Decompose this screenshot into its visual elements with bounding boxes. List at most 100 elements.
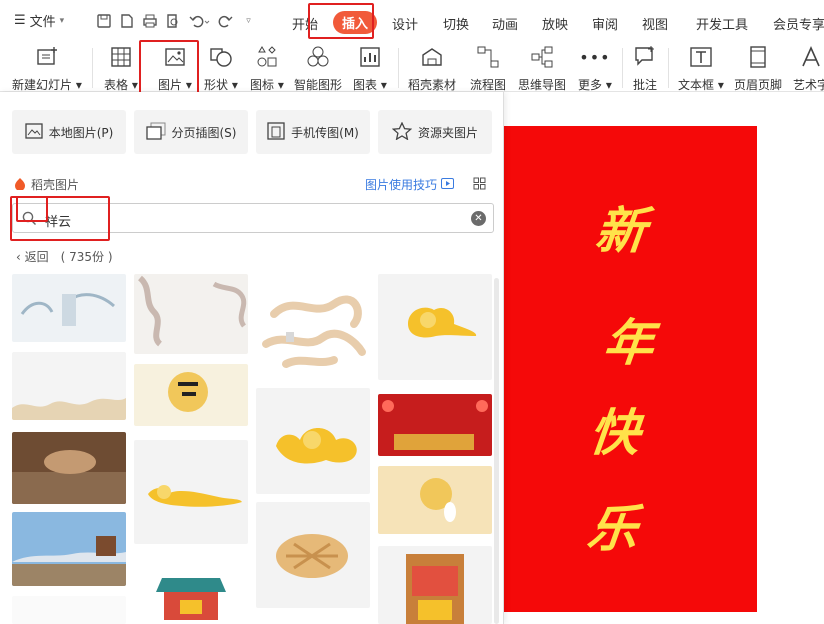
slide-char-3[interactable]: 快: [586, 393, 644, 465]
grid-view-icon[interactable]: [473, 177, 486, 193]
table-label: 表格: [104, 78, 129, 92]
image-icon: [25, 122, 43, 142]
tab-insert[interactable]: 插入: [333, 11, 378, 34]
redo-icon[interactable]: [217, 12, 234, 29]
result-thumbnail[interactable]: [256, 274, 370, 380]
shape-button[interactable]: 形状 ▾: [204, 44, 238, 93]
picture-panel: 本地图片(P) 分页插图(S) 手机传图(M) 资源夹图片 稻壳图片 图片使用技…: [0, 92, 504, 624]
new-slide-icon: [34, 44, 60, 70]
tab-animation[interactable]: 动画: [492, 14, 518, 33]
phone-picture-button[interactable]: 手机传图(M): [256, 110, 370, 154]
comment-button[interactable]: 批注: [632, 44, 658, 93]
slide-char-4[interactable]: 乐: [584, 489, 642, 561]
smart-graphic-button[interactable]: 智能图形: [294, 44, 342, 93]
file-menu-label: 文件: [29, 15, 56, 30]
tab-design[interactable]: 设计: [392, 14, 418, 33]
result-thumbnail[interactable]: [12, 352, 126, 420]
daoke-material-button[interactable]: 稻壳素材: [408, 44, 456, 93]
mindmap-button[interactable]: 思维导图: [518, 44, 566, 93]
result-thumbnail[interactable]: [12, 596, 126, 624]
print-preview-icon[interactable]: [164, 12, 181, 29]
play-icon: [441, 177, 455, 192]
result-thumbnail[interactable]: [12, 432, 126, 504]
tab-transitions[interactable]: 切换: [443, 14, 469, 33]
hamburger-icon: ☰: [14, 13, 26, 28]
new-slide-button[interactable]: 新建幻灯片 ▾: [12, 44, 82, 93]
back-row: ‹ 返回 ( 735份 ): [16, 248, 113, 265]
result-thumbnail[interactable]: [256, 388, 370, 494]
picture-button[interactable]: 图片 ▾: [158, 44, 192, 93]
smart-graphic-icon: [305, 44, 331, 70]
smart-graphic-label: 智能图形: [294, 78, 343, 92]
tab-review[interactable]: 审阅: [592, 14, 618, 33]
textbox-label: 文本框: [678, 78, 715, 92]
header-footer-label: 页眉页脚: [734, 78, 783, 92]
result-thumbnail[interactable]: [134, 558, 248, 624]
slide-text: 新 年 快 乐: [504, 126, 757, 612]
result-thumbnail[interactable]: [256, 502, 370, 608]
chart-label: 图表: [353, 78, 378, 92]
folder-picture-button[interactable]: 资源夹图片: [378, 110, 492, 154]
result-thumbnail[interactable]: [12, 512, 126, 586]
paged-image-icon: [145, 122, 166, 143]
print-icon[interactable]: [141, 12, 158, 29]
clear-search-icon[interactable]: ✕: [471, 211, 486, 226]
panel-scrollbar[interactable]: [494, 278, 499, 624]
paged-picture-label: 分页插图(S): [171, 125, 237, 140]
slide-char-1[interactable]: 新: [592, 191, 650, 263]
result-thumbnail[interactable]: [378, 466, 492, 534]
textbox-button[interactable]: 文本框 ▾: [678, 44, 724, 93]
folder-picture-label: 资源夹图片: [417, 125, 478, 140]
local-picture-button[interactable]: 本地图片(P): [12, 110, 126, 154]
brand-label: 稻壳图片: [31, 178, 80, 192]
mindmap-icon: [529, 44, 555, 70]
flowchart-button[interactable]: 流程图: [470, 44, 506, 93]
icon-library-icon: [254, 44, 280, 70]
more-label: 更多: [578, 78, 603, 92]
chevron-down-icon: ▾: [59, 15, 65, 26]
picture-label: 图片: [158, 78, 183, 92]
result-thumbnail[interactable]: [12, 274, 126, 342]
comment-label: 批注: [632, 78, 657, 92]
picture-tips-link[interactable]: 图片使用技巧: [365, 176, 455, 193]
more-button[interactable]: ••• 更多 ▾: [578, 44, 612, 93]
art-text-button[interactable]: 艺术字: [793, 44, 824, 93]
save-icon[interactable]: [95, 12, 112, 29]
tab-developer[interactable]: 开发工具: [696, 14, 748, 33]
result-thumbnail[interactable]: [134, 364, 248, 426]
tab-view[interactable]: 视图: [642, 14, 668, 33]
table-button[interactable]: 表格 ▾: [104, 44, 138, 93]
result-thumbnail[interactable]: [378, 394, 492, 456]
file-menu[interactable]: ☰ 文件 ▾: [14, 11, 64, 30]
flowchart-label: 流程图: [470, 78, 507, 92]
ribbon: 新建幻灯片 ▾ 表格 ▾ 图片 ▾ 形状 ▾ 图标 ▾ 智能图形 图表 ▾ 稻壳: [0, 42, 824, 92]
flowchart-icon: [475, 44, 501, 70]
result-thumbnail[interactable]: [134, 440, 248, 544]
daoke-logo-icon: [14, 177, 26, 193]
result-thumbnail[interactable]: [378, 274, 492, 380]
tips-label: 图片使用技巧: [365, 178, 438, 192]
icon-library-button[interactable]: 图标 ▾: [250, 44, 284, 93]
tab-slideshow[interactable]: 放映: [542, 14, 568, 33]
back-link[interactable]: ‹ 返回: [16, 248, 49, 265]
back-label: 返回: [24, 250, 49, 264]
tab-home[interactable]: 开始: [292, 14, 318, 33]
result-thumbnail[interactable]: [378, 546, 492, 624]
tab-member[interactable]: 会员专享: [773, 14, 824, 33]
search-icon: [22, 211, 37, 229]
customize-toolbar-icon[interactable]: ▿: [240, 12, 257, 29]
export-pdf-icon[interactable]: [118, 12, 135, 29]
result-thumbnail[interactable]: [134, 274, 248, 354]
shape-label: 形状: [204, 78, 229, 92]
chart-button[interactable]: 图表 ▾: [353, 44, 387, 93]
daoke-material-label: 稻壳素材: [408, 78, 457, 92]
phone-picture-label: 手机传图(M): [291, 125, 359, 140]
slide-char-2[interactable]: 年: [600, 303, 658, 375]
undo-icon[interactable]: [187, 12, 211, 29]
new-slide-label: 新建幻灯片: [12, 78, 73, 92]
paged-picture-button[interactable]: 分页插图(S): [134, 110, 248, 154]
picture-search-input[interactable]: 祥云 ✕: [12, 203, 494, 233]
search-value: 祥云: [45, 215, 72, 230]
header-footer-button[interactable]: 页眉页脚: [734, 44, 782, 93]
mindmap-label: 思维导图: [518, 78, 567, 92]
